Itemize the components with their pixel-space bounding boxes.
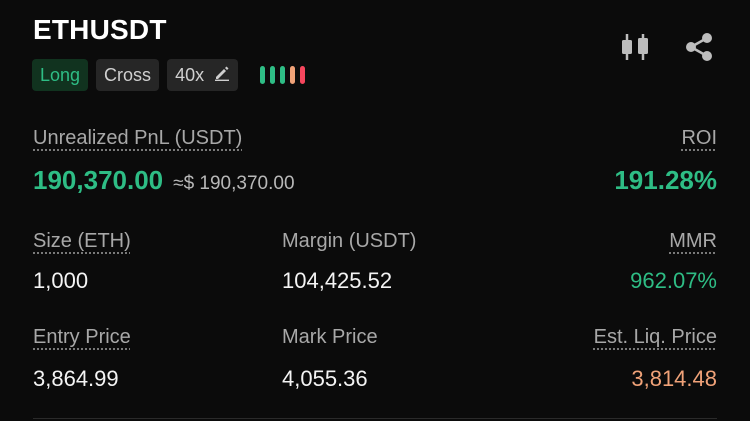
unrealized-pnl-value: 190,370.00	[33, 165, 164, 195]
risk-bar	[290, 66, 296, 84]
risk-bar	[270, 66, 276, 84]
leverage-button[interactable]: 40x	[167, 59, 239, 91]
position-symbol: ETHUSDT	[33, 14, 167, 45]
roi-label[interactable]: ROI	[681, 127, 717, 150]
leverage-label: 40x	[175, 64, 205, 85]
header-actions	[618, 30, 716, 64]
margin-mode-badge: Cross	[96, 59, 160, 91]
risk-bar	[280, 66, 286, 84]
mmr-value: 962.07%	[630, 268, 717, 293]
margin-label: Margin (USDT)	[282, 230, 417, 252]
unrealized-pnl: 190,370.00 ≈$ 190,370.00	[33, 165, 295, 196]
margin-value: 104,425.52	[282, 268, 393, 293]
risk-bar	[260, 66, 266, 84]
liq-price-label[interactable]: Est. Liq. Price	[594, 326, 717, 349]
mark-price-label: Mark Price	[282, 326, 378, 348]
share-icon[interactable]	[682, 30, 716, 64]
mark-price-value: 4,055.36	[282, 366, 368, 391]
entry-price-label[interactable]: Entry Price	[33, 326, 131, 349]
size-value: 1,000	[33, 268, 89, 293]
risk-bar	[300, 66, 306, 84]
liq-price-value: 3,814.48	[631, 366, 717, 391]
mmr-label[interactable]: MMR	[669, 230, 717, 253]
roi-value: 191.28%	[614, 165, 717, 195]
candlestick-chart-icon[interactable]	[618, 30, 652, 64]
position-tags: Long Cross 40x	[32, 59, 306, 91]
edit-icon	[214, 65, 230, 86]
side-badge: Long	[32, 59, 89, 91]
entry-price-value: 3,864.99	[33, 366, 119, 391]
unrealized-pnl-label[interactable]: Unrealized PnL (USDT)	[33, 127, 242, 150]
unrealized-pnl-usd: ≈$ 190,370.00	[173, 173, 295, 194]
section-divider	[33, 418, 717, 419]
size-label[interactable]: Size (ETH)	[33, 230, 131, 253]
risk-indicator	[260, 66, 306, 84]
